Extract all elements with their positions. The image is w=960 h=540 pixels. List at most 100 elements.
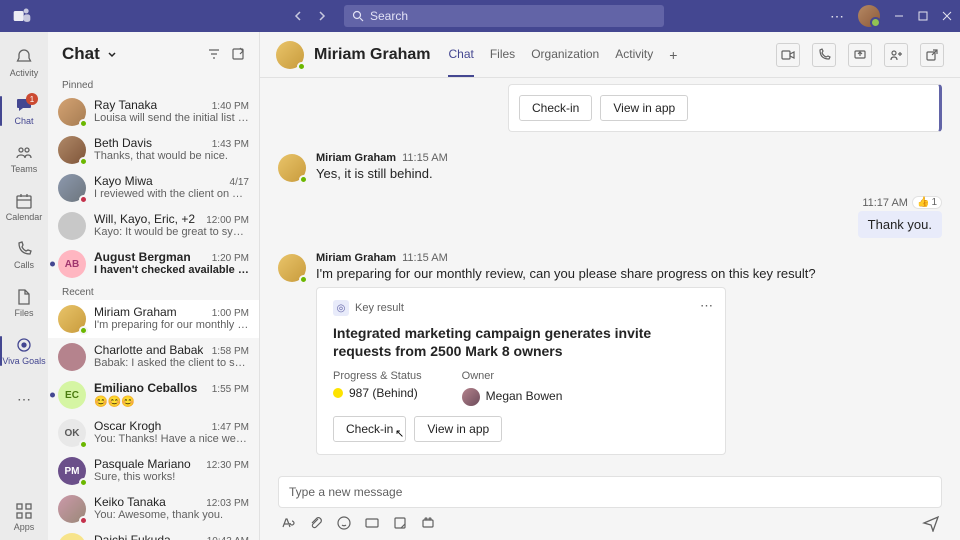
- tab-activity[interactable]: Activity: [615, 33, 653, 77]
- nav-back-icon[interactable]: [292, 10, 304, 22]
- chat-item[interactable]: Will, Kayo, Eric, +212:00 PMKayo: It wou…: [48, 207, 259, 245]
- popout-button[interactable]: [920, 43, 944, 67]
- chat-item[interactable]: Miriam Graham 1:00 PMI'm preparing for ou…: [48, 300, 259, 338]
- rail-activity[interactable]: Activity: [0, 40, 48, 86]
- view-in-app-button[interactable]: View in app: [414, 416, 502, 442]
- message-time: 11:17 AM: [862, 197, 908, 209]
- chat-preview: Sure, this works!: [94, 471, 249, 483]
- rail-teams[interactable]: Teams: [0, 136, 48, 182]
- search-input[interactable]: Search: [344, 5, 664, 27]
- emoji-icon[interactable]: [336, 515, 352, 531]
- message-text: I'm preparing for our monthly review, ca…: [316, 266, 942, 281]
- reaction-badge[interactable]: 👍1: [912, 196, 942, 209]
- key-result-icon: ◎: [333, 300, 349, 316]
- chat-name: Pasquale Mariano: [94, 457, 191, 471]
- search-icon: [352, 10, 364, 22]
- gif-icon[interactable]: [364, 515, 380, 531]
- rail-more[interactable]: ⋯: [0, 376, 48, 422]
- chatlist-title: Chat: [62, 44, 100, 64]
- avatar: AB: [58, 250, 86, 278]
- avatar: [58, 305, 86, 333]
- video-call-button[interactable]: [776, 43, 800, 67]
- chat-item[interactable]: Kayo Miwa4/17I reviewed with the client …: [48, 169, 259, 207]
- chat-item[interactable]: ABAugust Bergman1:20 PMI haven't checked…: [48, 245, 259, 283]
- share-icon: [853, 48, 867, 62]
- files-icon: [15, 288, 33, 306]
- send-icon[interactable]: [922, 514, 940, 532]
- app-rail: Activity 1 Chat Teams Calendar Calls Fil…: [0, 32, 48, 540]
- format-icon[interactable]: [280, 515, 296, 531]
- chat-preview: Babak: I asked the client to send her fe…: [94, 357, 249, 369]
- chat-item[interactable]: Keiko Tanaka12:03 PMYou: Awesome, thank …: [48, 490, 259, 528]
- message-text: Thank you.: [868, 217, 932, 232]
- titlebar: Search ⋯: [0, 0, 960, 32]
- maximize-icon[interactable]: [918, 11, 928, 21]
- new-chat-icon[interactable]: [231, 47, 245, 61]
- user-avatar[interactable]: [858, 5, 880, 27]
- tab-files[interactable]: Files: [490, 33, 515, 77]
- chat-item[interactable]: Ray Tanaka1:40 PMLouisa will send the in…: [48, 93, 259, 131]
- chevron-down-icon[interactable]: [106, 48, 118, 60]
- chat-item[interactable]: PMPasquale Mariano12:30 PMSure, this wor…: [48, 452, 259, 490]
- rail-calls[interactable]: Calls: [0, 232, 48, 278]
- pinned-label: Pinned: [48, 76, 259, 93]
- add-people-button[interactable]: [884, 43, 908, 67]
- message-avatar[interactable]: [278, 254, 306, 282]
- chat-item[interactable]: Beth Davis1:43 PMThanks, that would be n…: [48, 131, 259, 169]
- status-dot-icon: [333, 388, 343, 398]
- rail-chat[interactable]: 1 Chat: [0, 88, 48, 134]
- composer-placeholder: Type a new message: [289, 485, 402, 499]
- chat-item[interactable]: DFDaichi Fukuda10:43 AMNo, I think there…: [48, 528, 259, 540]
- message-avatar[interactable]: [278, 154, 306, 182]
- chat-name: Emiliano Ceballos: [94, 381, 197, 395]
- chat-item[interactable]: OKOscar Krogh1:47 PMYou: Thanks! Have a …: [48, 414, 259, 452]
- more-icon[interactable]: ⋯: [830, 8, 844, 25]
- chat-time: 1:58 PM: [212, 346, 249, 357]
- nav-forward-icon[interactable]: [316, 10, 328, 22]
- chat-time: 12:03 PM: [206, 498, 249, 509]
- key-result-label: Key result: [355, 302, 404, 314]
- attach-icon[interactable]: [308, 515, 324, 531]
- avatar: [58, 495, 86, 523]
- filter-icon[interactable]: [207, 47, 221, 61]
- sticker-icon[interactable]: [392, 515, 408, 531]
- rail-calendar[interactable]: Calendar: [0, 184, 48, 230]
- minimize-icon[interactable]: [894, 11, 904, 21]
- chat-item[interactable]: Charlotte and Babak 1:58 PMBabak: I asked…: [48, 338, 259, 376]
- chat-time: 1:00 PM: [212, 308, 249, 319]
- chat-name: Charlotte and Babak: [94, 343, 203, 357]
- message-author: Miriam Graham: [316, 252, 396, 264]
- rail-chat-label: Chat: [14, 116, 33, 126]
- chat-time: 1:43 PM: [212, 139, 249, 150]
- rail-apps[interactable]: Apps: [0, 494, 48, 540]
- avatar: [58, 212, 86, 240]
- avatar: PM: [58, 457, 86, 485]
- close-icon[interactable]: [942, 11, 952, 21]
- tab-add[interactable]: +: [669, 33, 677, 77]
- avatar: EC: [58, 381, 86, 409]
- search-placeholder: Search: [370, 9, 408, 23]
- rail-viva-goals[interactable]: Viva Goals: [0, 328, 48, 374]
- chat-preview: I'm preparing for our monthly review...: [94, 319, 249, 331]
- message-time: 11:15 AM: [402, 252, 448, 264]
- chat-name: Miriam Graham: [94, 305, 177, 319]
- tab-chat[interactable]: Chat: [448, 33, 473, 77]
- chat-item[interactable]: ECEmiliano Ceballos1:55 PM😊😊😊: [48, 376, 259, 414]
- conversation-avatar[interactable]: [276, 41, 304, 69]
- chat-preview: 😊😊😊: [94, 395, 249, 408]
- previous-card: Check-in View in app: [508, 84, 942, 132]
- card-more-icon[interactable]: ⋯: [700, 298, 713, 314]
- calls-icon: [15, 240, 33, 258]
- view-in-app-button[interactable]: View in app: [600, 95, 688, 121]
- message: Miriam Graham11:15 AM Yes, it is still b…: [278, 152, 942, 182]
- message-input[interactable]: Type a new message: [278, 476, 942, 508]
- owner-avatar: [462, 388, 480, 406]
- rail-files[interactable]: Files: [0, 280, 48, 326]
- checkin-button[interactable]: Check-in: [519, 95, 592, 121]
- tab-organization[interactable]: Organization: [531, 33, 599, 77]
- screen-share-button[interactable]: [848, 43, 872, 67]
- more-apps-icon[interactable]: [420, 515, 436, 531]
- apps-icon: [15, 502, 33, 520]
- teams-logo-icon: [12, 6, 32, 26]
- audio-call-button[interactable]: [812, 43, 836, 67]
